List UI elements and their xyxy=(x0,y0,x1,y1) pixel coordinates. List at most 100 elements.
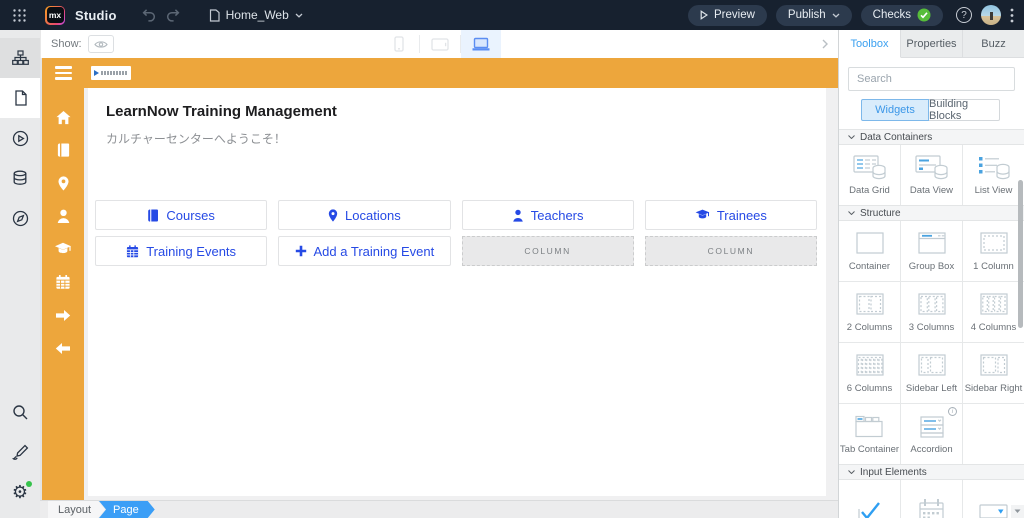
widget-tile-6-columns[interactable]: 6 Columns xyxy=(839,343,900,403)
rail-item-settings[interactable]: ⚙ xyxy=(0,472,40,512)
hamburger-menu-icon[interactable] xyxy=(54,58,72,88)
four-columns-icon xyxy=(979,293,1008,315)
tablet-view-button[interactable] xyxy=(420,30,460,58)
logo-text-mark xyxy=(101,71,128,75)
visibility-toggle-button[interactable] xyxy=(87,35,114,53)
paintbrush-icon xyxy=(11,444,28,460)
avatar[interactable] xyxy=(981,5,1001,25)
widget-tile-sidebar-right[interactable]: Sidebar Right xyxy=(963,343,1024,403)
segment-building-blocks[interactable]: Building Blocks xyxy=(929,98,1000,122)
rail-item-theme[interactable] xyxy=(0,432,40,472)
redo-icon[interactable] xyxy=(166,8,181,22)
page-switcher[interactable]: Home_Web xyxy=(209,8,303,22)
breadcrumb-layout[interactable]: Layout xyxy=(48,501,105,518)
search-input[interactable] xyxy=(848,67,1015,91)
search-icon xyxy=(12,404,27,419)
laptop-icon xyxy=(472,37,489,51)
rail-item-navigation[interactable] xyxy=(0,38,40,78)
scroll-down-arrow[interactable] xyxy=(1011,505,1024,518)
widget-tile-list-view[interactable]: List View xyxy=(963,145,1024,205)
nav-graduation-cap-icon[interactable] xyxy=(54,240,72,258)
widget-tile-data-grid[interactable]: Data Grid xyxy=(839,145,900,205)
trainees-button[interactable]: Trainees xyxy=(644,200,817,230)
widget-tile-checkbox[interactable] xyxy=(839,480,900,518)
current-page-name: Home_Web xyxy=(225,8,289,22)
section-header-structure[interactable]: Structure xyxy=(839,205,1024,221)
rail-item-pages[interactable] xyxy=(0,78,40,118)
phone-view-button[interactable] xyxy=(379,30,419,58)
tab-toolbox[interactable]: Toolbox xyxy=(839,30,901,58)
app-grid-icon[interactable] xyxy=(10,6,29,25)
topbar: mx Studio Home_Web Preview Publish Check… xyxy=(0,0,1024,30)
widget-tile-1-column[interactable]: 1 Column xyxy=(963,221,1024,281)
chevron-down-icon xyxy=(848,211,855,215)
panel-scrollbar-thumb[interactable] xyxy=(1018,180,1023,328)
rail-item-search[interactable] xyxy=(0,392,40,432)
breadcrumb-page[interactable]: Page xyxy=(99,501,155,518)
chevron-down-icon xyxy=(848,470,855,474)
section-header-data-containers[interactable]: Data Containers xyxy=(839,129,1024,145)
info-icon[interactable]: i xyxy=(948,407,957,416)
checks-button[interactable]: Checks xyxy=(860,4,943,26)
plus-icon xyxy=(295,245,306,257)
courses-button[interactable]: Courses xyxy=(95,200,268,230)
segment-widgets[interactable]: Widgets xyxy=(861,99,929,121)
sidebar-left-icon xyxy=(917,354,946,376)
empty-column-placeholder[interactable]: COLUMN xyxy=(644,236,817,266)
widget-tile-3-columns[interactable]: 3 Columns xyxy=(901,282,962,342)
rail-item-navigation-document[interactable] xyxy=(0,198,40,238)
widget-tile-sidebar-left[interactable]: Sidebar Left xyxy=(901,343,962,403)
nav-arrow-left-icon[interactable] xyxy=(54,339,72,357)
rail-item-domain-model[interactable] xyxy=(0,158,40,198)
date-picker-icon xyxy=(918,499,944,518)
tab-properties[interactable]: Properties xyxy=(901,30,963,57)
graduation-cap-icon xyxy=(695,209,710,219)
list-view-icon xyxy=(978,157,1010,180)
widget-tile-data-view[interactable]: Data View xyxy=(901,145,962,205)
nav-map-pin-icon[interactable] xyxy=(54,174,72,192)
panel-collapse-chevron-icon[interactable] xyxy=(822,39,828,49)
toolbox-mode-switch: Widgets Building Blocks xyxy=(861,98,1000,122)
help-icon[interactable]: ? xyxy=(956,7,972,23)
undo-icon[interactable] xyxy=(141,8,156,22)
desktop-view-button[interactable] xyxy=(460,30,501,58)
widget-tile-group-box[interactable]: Group Box xyxy=(901,221,962,281)
empty-column-placeholder[interactable]: COLUMN xyxy=(461,236,634,266)
nav-calendar-icon[interactable] xyxy=(54,273,72,291)
mendix-logo[interactable]: mx xyxy=(45,5,65,25)
widget-tile-date-picker[interactable] xyxy=(901,480,962,518)
logo-mark xyxy=(94,70,99,76)
widget-tile-4-columns[interactable]: 4 Columns xyxy=(963,282,1024,342)
preview-button[interactable]: Preview xyxy=(688,4,767,26)
play-circle-icon xyxy=(12,130,28,146)
notification-dot xyxy=(26,481,33,487)
tab-container-icon xyxy=(854,415,883,438)
toolbox-search xyxy=(848,67,1015,91)
add-training-event-button[interactable]: Add a Training Event xyxy=(278,236,451,266)
book-icon xyxy=(148,209,159,221)
kebab-menu-icon[interactable] xyxy=(1010,8,1014,23)
nav-arrow-right-icon[interactable] xyxy=(54,306,72,324)
eye-icon xyxy=(93,40,108,48)
database-icon xyxy=(13,170,27,185)
learnnow-logo[interactable] xyxy=(91,66,131,80)
widget-tile-tab-container[interactable]: Tab Container xyxy=(839,404,900,464)
teachers-button[interactable]: Teachers xyxy=(461,200,634,230)
tab-buzz[interactable]: Buzz xyxy=(963,30,1024,57)
nav-home-icon[interactable] xyxy=(54,108,72,126)
section-header-input-elements[interactable]: Input Elements xyxy=(839,464,1024,480)
publish-button[interactable]: Publish xyxy=(775,4,852,26)
studio-left-rail: ⚙ xyxy=(0,30,40,518)
group-box-icon xyxy=(917,232,946,254)
nav-user-icon[interactable] xyxy=(54,207,72,225)
accordion-icon xyxy=(919,416,944,438)
widget-tile-2-columns[interactable]: 2 Columns xyxy=(839,282,900,342)
nav-book-icon[interactable] xyxy=(54,141,72,159)
widget-tile-container[interactable]: Container xyxy=(839,221,900,281)
rail-item-microflows[interactable] xyxy=(0,118,40,158)
locations-button[interactable]: Locations xyxy=(278,200,451,230)
training-events-button[interactable]: Training Events xyxy=(95,236,268,266)
data-view-icon xyxy=(914,155,948,180)
widget-tile-accordion[interactable]: i Accordion xyxy=(901,404,962,464)
data-grid-icon xyxy=(852,155,886,180)
